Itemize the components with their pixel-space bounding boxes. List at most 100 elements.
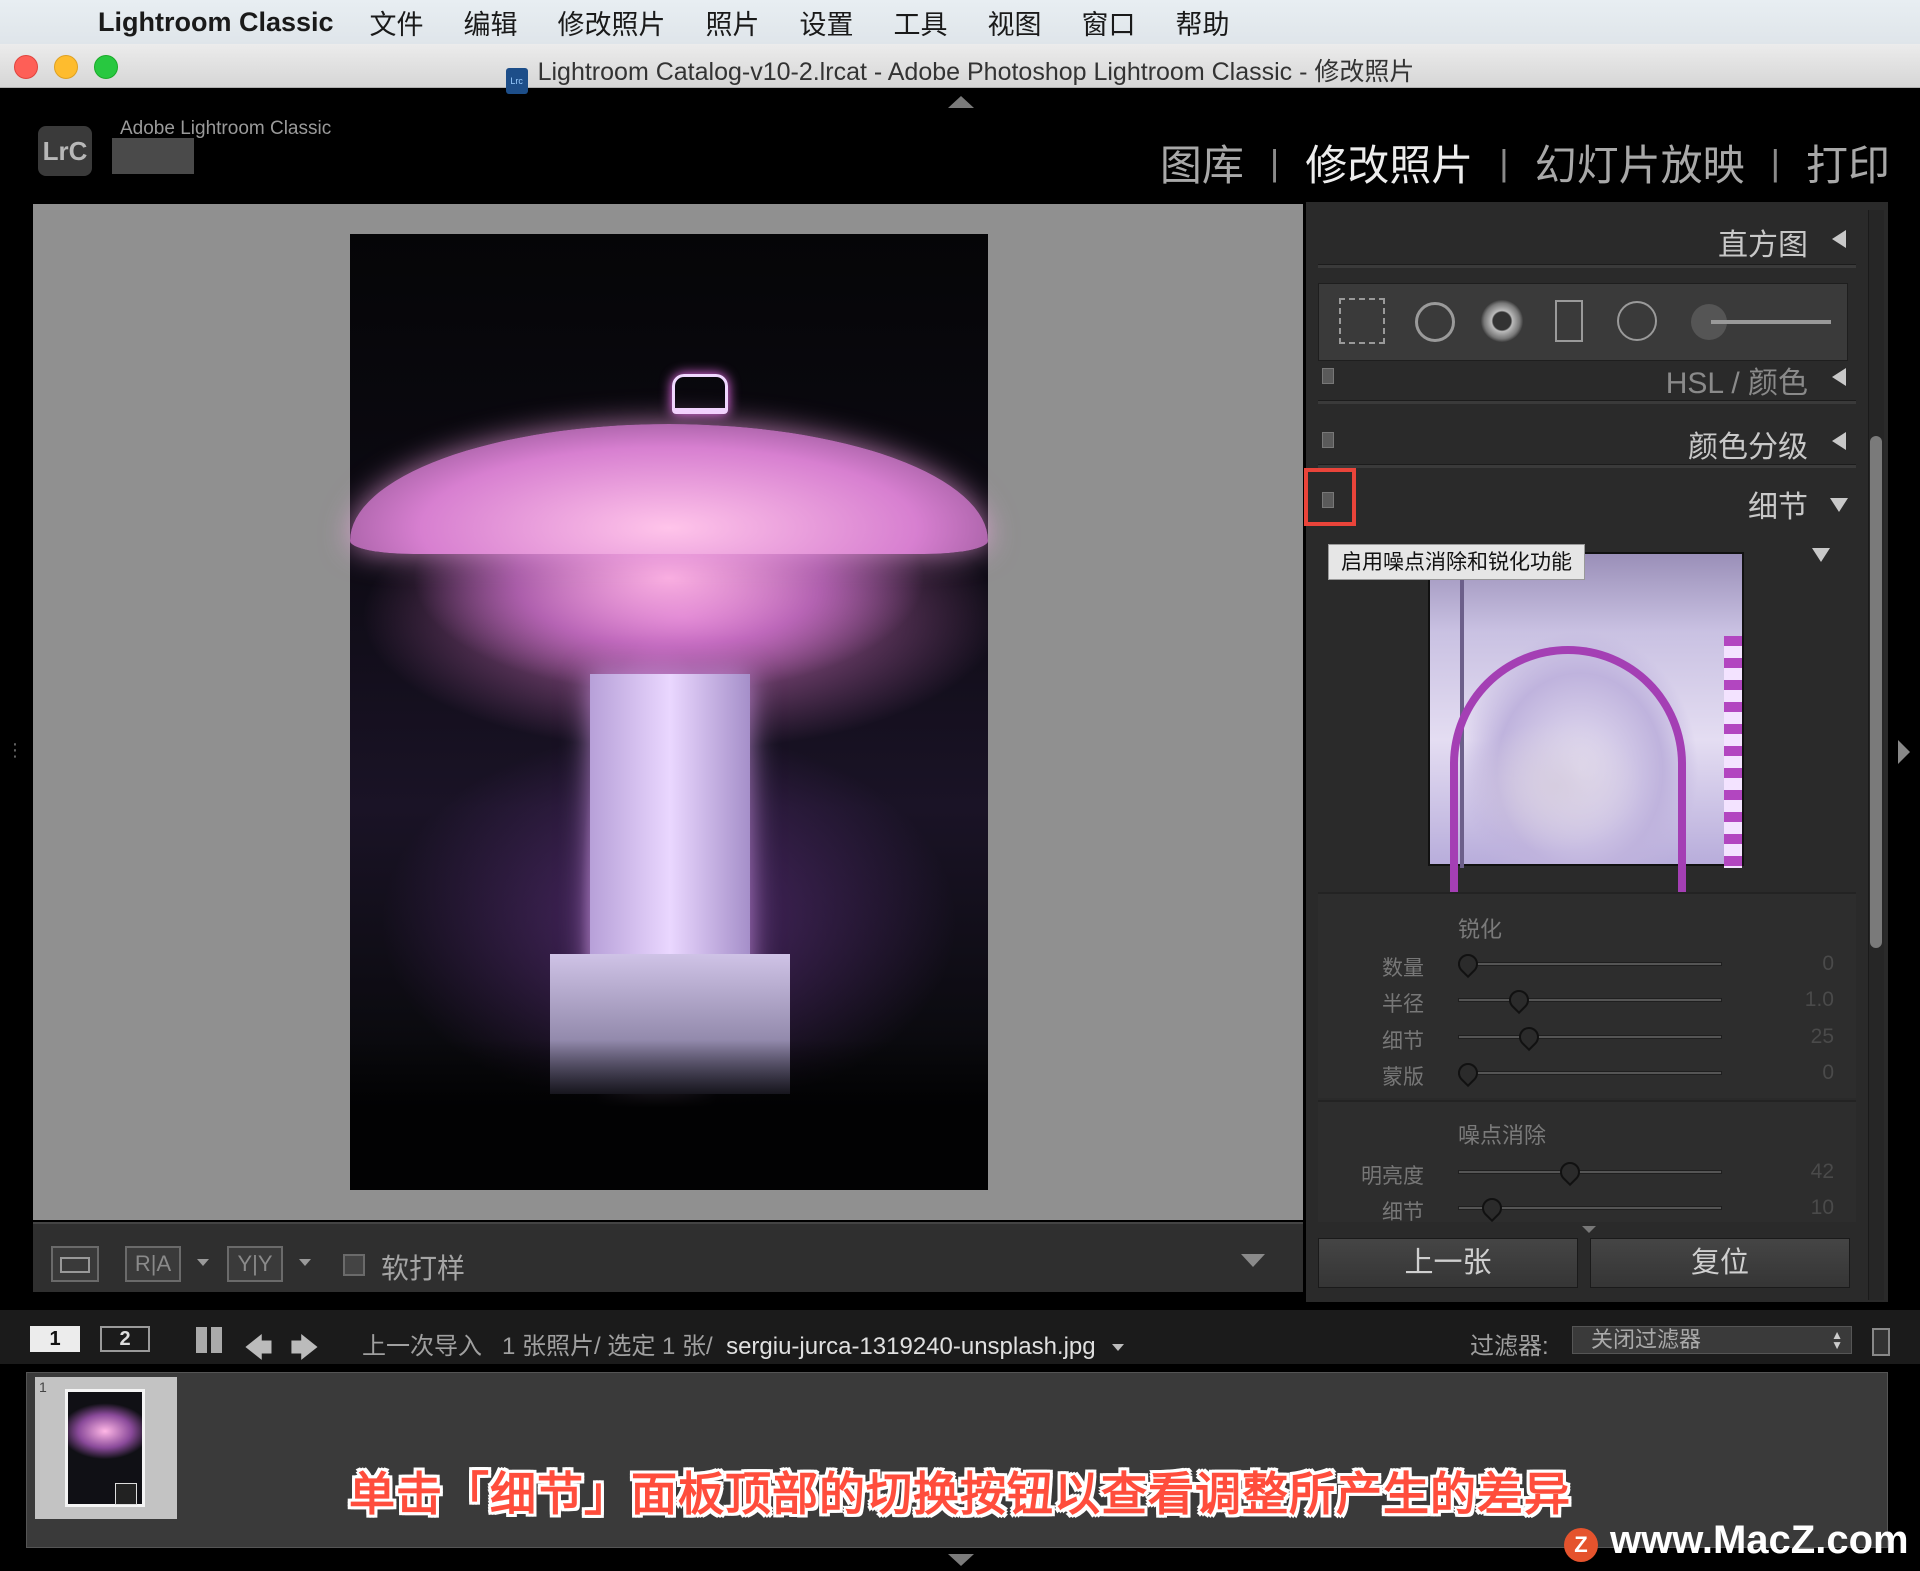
sharpening-masking-slider[interactable]: 蒙版 0 [1318, 1057, 1856, 1093]
ra-compare-dropdown-icon[interactable] [197, 1259, 209, 1266]
slider-thumb[interactable] [1453, 1058, 1483, 1088]
loupe-view-button[interactable] [51, 1246, 99, 1282]
ra-compare-button[interactable]: R|A [125, 1246, 181, 1282]
secondary-window-button[interactable]: 2 [100, 1326, 150, 1352]
hsl-panel-switch[interactable] [1322, 368, 1334, 384]
menu-window[interactable]: 窗口 [1082, 3, 1136, 42]
filter-switch[interactable] [1872, 1328, 1890, 1356]
top-panel-toggle-icon[interactable] [948, 96, 974, 108]
detail-switch-highlight [1304, 468, 1356, 526]
filter-value: 关闭过滤器 [1591, 1327, 1702, 1352]
sharpening-amount-slider[interactable]: 数量 0 [1318, 948, 1856, 984]
collapse-arrow-icon [1832, 230, 1846, 248]
menu-app-name[interactable]: Lightroom Classic [98, 7, 334, 38]
slider-value[interactable]: 10 [1811, 1196, 1834, 1220]
lrc-logo: LrC [38, 126, 92, 176]
slider-track[interactable] [1458, 1170, 1722, 1174]
grid-view-icon[interactable] [196, 1327, 222, 1353]
slider-value[interactable]: 1.0 [1805, 988, 1834, 1012]
bottom-panel-toggle-icon[interactable] [948, 1554, 974, 1566]
slider-value[interactable]: 42 [1811, 1160, 1834, 1184]
main-window-button[interactable]: 1 [30, 1326, 80, 1352]
source-dropdown-icon[interactable] [1112, 1344, 1125, 1351]
filter-select[interactable]: 关闭过滤器 ▲ ▼ [1572, 1326, 1852, 1354]
slider-thumb[interactable] [1478, 1193, 1507, 1222]
tutorial-caption: 单击「细节」面板顶部的切换按钮以查看调整所产生的差异 [349, 1468, 1571, 1520]
right-panel-scroll-thumb[interactable] [1870, 436, 1882, 948]
color-grading-panel-header[interactable]: 颜色分级 [1318, 412, 1856, 468]
slider-thumb[interactable] [1514, 1022, 1544, 1052]
slider-thumb[interactable] [1453, 949, 1483, 979]
preview-toggle-icon[interactable] [1812, 548, 1830, 562]
window-title: Lightroom Catalog-v10-2.lrcat - Adobe Ph… [537, 58, 1415, 86]
crop-tool-icon[interactable] [1339, 298, 1385, 344]
back-arrow-icon[interactable]: 🡄 [244, 1327, 273, 1375]
develop-toolbar: R|A Y|Y 软打样 [33, 1222, 1303, 1292]
slider-label: 细节 [1382, 1201, 1424, 1222]
slider-thumb[interactable] [1505, 985, 1534, 1015]
hsl-panel-header[interactable]: HSL / 颜色 [1318, 348, 1856, 404]
previous-settings-button[interactable]: 上一张 [1318, 1238, 1578, 1288]
red-eye-tool-icon[interactable] [1481, 300, 1523, 342]
yy-before-after-button[interactable]: Y|Y [227, 1246, 283, 1282]
yy-before-after-dropdown-icon[interactable] [299, 1259, 311, 1266]
menu-tools[interactable]: 工具 [894, 3, 948, 42]
slider-value[interactable]: 25 [1811, 1025, 1834, 1049]
menu-settings[interactable]: 设置 [800, 3, 854, 42]
sharpening-radius-slider[interactable]: 半径 1.0 [1318, 984, 1856, 1020]
collapse-arrow-icon [1832, 368, 1846, 386]
slider-label: 蒙版 [1382, 1066, 1424, 1089]
right-panel-toggle-icon[interactable] [1898, 740, 1910, 764]
noise-reduction-title: 噪点消除 [1458, 1123, 1547, 1148]
thumbnail-index: 1 [39, 1379, 47, 1395]
detail-preview[interactable] [1428, 552, 1744, 966]
slider-track[interactable] [1458, 1071, 1722, 1075]
filmstrip-source-path[interactable]: 上一次导入 1 张照片/ 选定 1 张/ sergiu-jurca-131924… [362, 1326, 1125, 1361]
color-grading-panel-switch[interactable] [1322, 432, 1334, 448]
detail-panel-header[interactable]: 细节 [1318, 472, 1856, 528]
slider-label: 半径 [1382, 993, 1424, 1016]
menu-file[interactable]: 文件 [370, 3, 424, 42]
menu-develop[interactable]: 修改照片 [558, 3, 666, 42]
forward-arrow-icon[interactable]: 🡆 [290, 1327, 319, 1375]
module-print[interactable]: 打印 [1806, 132, 1890, 193]
panel-divider [1318, 264, 1856, 268]
graduated-filter-tool-icon[interactable] [1555, 300, 1583, 342]
module-library[interactable]: 图库 [1160, 132, 1244, 193]
module-separator: | [1770, 141, 1780, 183]
reset-button[interactable]: 复位 [1590, 1238, 1850, 1288]
adjustment-brush-tool-icon[interactable] [1691, 302, 1831, 342]
slider-track[interactable] [1458, 998, 1722, 1002]
slider-thumb[interactable] [1556, 1157, 1585, 1187]
left-panel-toggle-icon[interactable]: ⋮ [6, 740, 24, 761]
noise-luminance-slider[interactable]: 明亮度 42 [1318, 1156, 1856, 1192]
menu-help[interactable]: 帮助 [1176, 3, 1230, 42]
photo-count: 1 张照片/ 选定 1 张/ [502, 1333, 713, 1360]
carousel-photo[interactable] [350, 234, 988, 1190]
menu-edit[interactable]: 编辑 [464, 3, 518, 42]
file-name: sergiu-jurca-1319240-unsplash.jpg [726, 1333, 1096, 1360]
slider-value[interactable]: 0 [1822, 952, 1834, 976]
collapse-arrow-icon [1832, 432, 1846, 450]
menu-photo[interactable]: 照片 [706, 3, 760, 42]
slider-label: 细节 [1382, 1030, 1424, 1053]
toolbar-options-chevron-icon[interactable] [1241, 1254, 1265, 1267]
slider-track[interactable] [1458, 962, 1722, 966]
filmstrip-bar: 1 2 🡄 🡆 上一次导入 1 张照片/ 选定 1 张/ sergiu-jurc… [0, 1310, 1920, 1364]
spot-removal-tool-icon[interactable] [1415, 302, 1455, 342]
module-slideshow[interactable]: 幻灯片放映 [1535, 132, 1745, 193]
noise-detail-slider[interactable]: 细节 10 [1318, 1192, 1856, 1222]
slider-value[interactable]: 0 [1822, 1061, 1834, 1085]
detail-switch-tooltip: 启用噪点消除和锐化功能 [1328, 544, 1585, 580]
sharpening-detail-slider[interactable]: 细节 25 [1318, 1021, 1856, 1057]
soft-proof-checkbox[interactable] [343, 1254, 365, 1276]
slider-track[interactable] [1458, 1035, 1722, 1039]
filter-label: 过滤器: [1470, 1333, 1549, 1360]
slider-label: 数量 [1382, 957, 1424, 980]
radial-filter-tool-icon[interactable] [1617, 301, 1657, 341]
photo-crown-light [672, 374, 728, 414]
histogram-panel-header[interactable]: 直方图 [1318, 210, 1856, 266]
watermark-text: www.MacZ.com [1610, 1518, 1909, 1562]
module-develop[interactable]: 修改照片 [1305, 132, 1473, 193]
menu-view[interactable]: 视图 [988, 3, 1042, 42]
